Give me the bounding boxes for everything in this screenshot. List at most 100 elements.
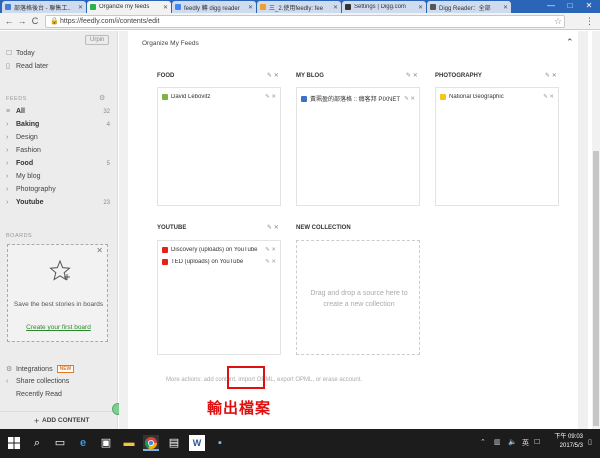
sidebar-feed-photography[interactable]: › Photography	[6, 186, 110, 193]
browser-tab-active[interactable]: Organize my feeds ✕	[87, 1, 171, 13]
board-placeholder: ✕ Save the best stories in boards Create…	[7, 244, 108, 342]
reload-icon[interactable]: C	[30, 16, 40, 26]
browser-tab[interactable]: feedly 轉 digg reader ✕	[172, 1, 256, 13]
share-icon: ‹	[6, 378, 9, 385]
ime-icon[interactable]: 英	[522, 438, 529, 448]
feeds-heading: FEEDS	[6, 96, 27, 102]
input-icon[interactable]: ☐	[534, 438, 540, 446]
browser-tab[interactable]: 三_2.使用feedly: fee ✕	[257, 1, 341, 13]
sidebar: Urpin ☐ Today ▯ Read later FEEDS ⚙ ≡ All…	[0, 31, 118, 429]
collection-controls[interactable]: ✎ ✕	[267, 72, 279, 79]
sidebar-item-read-later[interactable]: ▯ Read later	[6, 62, 110, 71]
sidebar-feed-all[interactable]: ≡ All 32	[6, 108, 110, 115]
create-board-link[interactable]: Create your first board	[8, 324, 109, 331]
organize-panel: Organize My Feeds ⌃ FOOD ✎ ✕ David Lebov…	[128, 31, 578, 429]
feed-favicon-icon	[162, 94, 168, 100]
collection-controls[interactable]: ✎ ✕	[406, 72, 418, 79]
close-icon[interactable]: ✕	[96, 246, 103, 255]
edge-browser-icon[interactable]: e	[75, 435, 91, 451]
taskbar-app-icon[interactable]: ▪	[212, 435, 228, 451]
chevron-right-icon[interactable]: ›	[6, 134, 16, 141]
sidebar-item-share-collections[interactable]: ‹ Share collections	[6, 378, 110, 385]
window-close-icon[interactable]: ✕	[580, 0, 598, 11]
star-plus-icon	[49, 259, 71, 281]
notepad-icon[interactable]: ▤	[166, 435, 182, 451]
feed-edit-controls[interactable]: ✎ ✕	[541, 94, 554, 100]
address-bar[interactable]: 🔒 https://feedly.com/i/contents/edit	[45, 15, 565, 28]
minimize-icon[interactable]: —	[542, 0, 560, 11]
search-icon[interactable]: ⌕	[29, 435, 45, 451]
feed-label: 黃珮盈的部落格 :: 癮客邦 PIXNET	[310, 97, 401, 103]
upgrade-button[interactable]: Urpin	[85, 35, 110, 45]
collection-title[interactable]: PHOTOGRAPHY	[435, 73, 482, 79]
tab-close-icon[interactable]: ✕	[248, 4, 253, 11]
collection-controls[interactable]: ✎ ✕	[545, 72, 557, 79]
collapse-icon[interactable]: ⌃	[566, 37, 574, 48]
sidebar-feed-baking[interactable]: › Baking 4	[6, 121, 110, 128]
system-clock[interactable]: 下午 09:03 2017/5/3	[545, 433, 583, 451]
collection-controls[interactable]: ✎ ✕	[267, 224, 279, 231]
dropzone-message: Drag and drop a source here to create a …	[310, 290, 408, 308]
collection-title[interactable]: YOUTUBE	[157, 225, 186, 231]
browser-tab[interactable]: Digg Reader：全部 ✕	[427, 1, 511, 13]
browser-tab[interactable]: 部落格後台 - 聯售工.. ✕	[2, 1, 86, 13]
new-collection-dropzone[interactable]: Drag and drop a source here to create a …	[296, 240, 420, 355]
network-icon[interactable]: ▥	[494, 438, 501, 446]
feed-edit-controls[interactable]: ✎ ✕	[263, 247, 276, 253]
add-content-button[interactable]: + ADD CONTENT	[0, 411, 118, 429]
feed-edit-controls[interactable]: ✎ ✕	[263, 94, 276, 100]
windows-start-icon[interactable]	[6, 435, 22, 451]
tab-close-icon[interactable]: ✕	[418, 4, 423, 11]
chevron-right-icon[interactable]: ›	[6, 199, 16, 206]
sidebar-item-today[interactable]: ☐ Today	[6, 49, 110, 58]
scrollbar-thumb[interactable]	[593, 151, 599, 426]
taskbar: ⌕ ▭ e ▣ ▬ ▤ W ▪ ⌃ ▥ 🔈 英 ☐ 下午 09:03 2017/…	[0, 429, 600, 458]
feed-item[interactable]: 黃珮盈的部落格 :: 癮客邦 PIXNET ✎ ✕	[301, 94, 415, 103]
feed-item[interactable]: TED (uploads) on YouTube ✎ ✕	[162, 259, 276, 265]
sidebar-item-recently-read[interactable]: Recently Read	[6, 391, 110, 398]
sidebar-feed-design[interactable]: › Design	[6, 134, 110, 141]
forward-arrow-icon[interactable]: →	[17, 16, 27, 26]
feed-edit-controls[interactable]: ✎ ✕	[402, 96, 415, 102]
sidebar-item-label: Read later	[16, 62, 49, 70]
tab-close-icon[interactable]: ✕	[333, 4, 338, 11]
volume-icon[interactable]: 🔈	[508, 438, 517, 446]
file-explorer-icon[interactable]: ▬	[121, 435, 137, 451]
sidebar-item-integrations[interactable]: ⚙ Integrations NEW	[6, 365, 110, 373]
feed-edit-controls[interactable]: ✎ ✕	[263, 259, 276, 265]
tab-label: 部落格後台 - 聯售工..	[14, 5, 71, 12]
chrome-icon[interactable]	[143, 435, 159, 451]
bookmark-star-icon[interactable]: ☆	[554, 16, 562, 27]
sidebar-feed-food[interactable]: › Food 5	[6, 160, 110, 167]
chevron-right-icon[interactable]: ›	[6, 160, 16, 167]
lock-icon: 🔒	[50, 18, 59, 25]
notifications-icon[interactable]: ▯	[588, 438, 592, 446]
feed-item[interactable]: David Lebovitz ✎ ✕	[162, 94, 276, 100]
chevron-right-icon[interactable]: ›	[6, 186, 16, 193]
scrollbar[interactable]	[592, 31, 600, 429]
word-icon[interactable]: W	[189, 435, 205, 451]
back-arrow-icon[interactable]: ←	[4, 16, 14, 26]
sidebar-item-label: Design	[16, 134, 38, 141]
unread-count: 4	[106, 121, 110, 128]
browser-menu-icon[interactable]: ⋮	[585, 16, 594, 27]
feed-item[interactable]: Discovery (uploads) on YouTube ✎ ✕	[162, 247, 276, 253]
tab-close-icon[interactable]: ✕	[503, 4, 508, 11]
sidebar-feed-youtube[interactable]: › Youtube 23	[6, 199, 110, 206]
feed-item[interactable]: National Geographic ✎ ✕	[440, 94, 554, 100]
chevron-right-icon[interactable]: ›	[6, 121, 16, 128]
browser-tab[interactable]: Settings | Digg.com ✕	[342, 1, 426, 13]
tray-up-icon[interactable]: ⌃	[480, 438, 486, 446]
maximize-icon[interactable]: □	[561, 0, 579, 11]
collection-title[interactable]: MY BLOG	[296, 73, 324, 79]
store-icon[interactable]: ▣	[98, 435, 114, 451]
chevron-right-icon[interactable]: ›	[6, 147, 16, 154]
chevron-right-icon[interactable]: ›	[6, 173, 16, 180]
sidebar-feed-fashion[interactable]: › Fashion	[6, 147, 110, 154]
task-view-icon[interactable]: ▭	[52, 435, 68, 451]
tab-close-icon[interactable]: ✕	[78, 4, 83, 11]
feeds-settings-gear-icon[interactable]: ⚙	[99, 94, 105, 102]
collection-title[interactable]: FOOD	[157, 73, 174, 79]
sidebar-feed-my-blog[interactable]: › My blog	[6, 173, 110, 180]
tab-close-icon[interactable]: ✕	[163, 4, 168, 11]
